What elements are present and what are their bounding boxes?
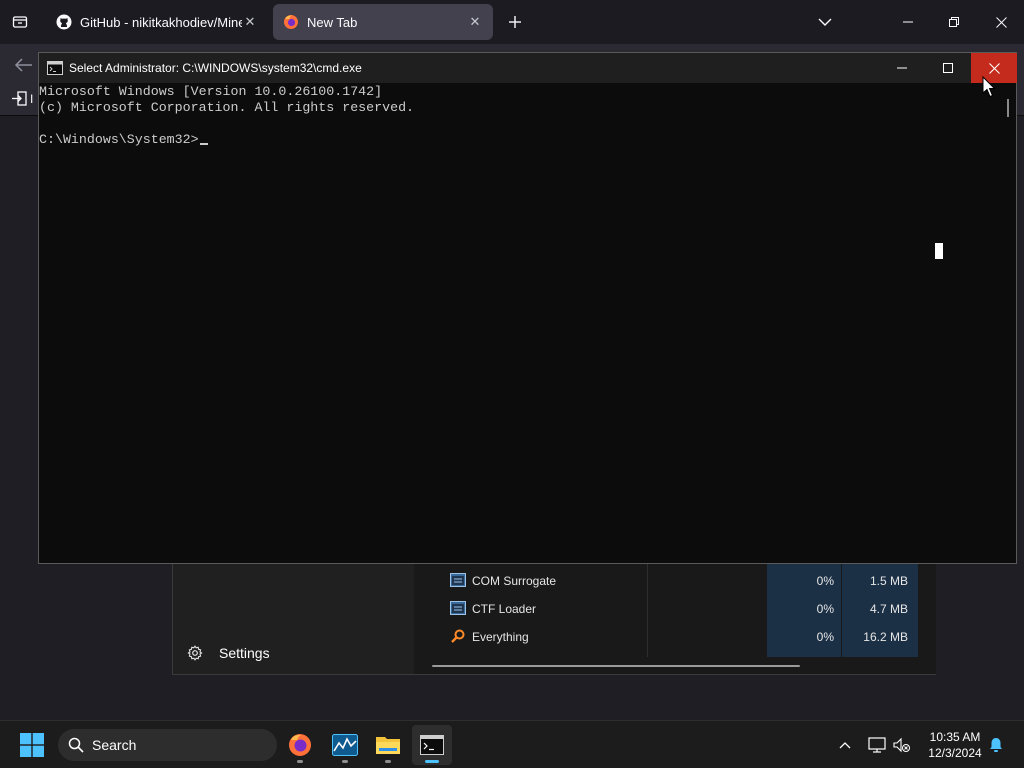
process-list: COM Surrogate 0% 1.5 MB CTF Loader 0% 4.… bbox=[414, 561, 936, 674]
text-cursor bbox=[199, 143, 208, 145]
process-row[interactable]: Everything 0% 16.2 MB bbox=[414, 623, 936, 651]
running-indicator bbox=[342, 760, 348, 763]
volume-muted-icon bbox=[893, 737, 910, 753]
prompt-line: C:\Windows\System32> bbox=[39, 132, 999, 148]
import-bookmarks-label[interactable]: I bbox=[30, 92, 33, 106]
process-name: Everything bbox=[472, 630, 529, 644]
bell-icon bbox=[990, 738, 1002, 752]
running-indicator bbox=[297, 760, 303, 763]
cmd-console-output[interactable]: Microsoft Windows [Version 10.0.26100.17… bbox=[39, 83, 999, 563]
search-label: Search bbox=[92, 737, 137, 753]
network-button[interactable] bbox=[866, 733, 888, 757]
cmd-app-icon bbox=[47, 61, 63, 75]
taskbar-clock[interactable]: 10:35 AM 12/3/2024 bbox=[920, 729, 990, 761]
process-cpu: 0% bbox=[816, 574, 834, 588]
console-line: (c) Microsoft Corporation. All rights re… bbox=[39, 100, 415, 115]
process-memory: 4.7 MB bbox=[869, 602, 908, 616]
process-cpu: 0% bbox=[816, 602, 834, 616]
firefox-view-button[interactable] bbox=[8, 10, 32, 34]
selection-cursor bbox=[935, 243, 943, 259]
chevron-up-icon bbox=[839, 742, 851, 749]
file-explorer-icon bbox=[376, 737, 400, 754]
minimize-icon bbox=[903, 21, 913, 23]
plus-icon bbox=[509, 16, 521, 28]
taskbar-app-task-manager[interactable] bbox=[325, 725, 365, 765]
process-cpu: 0% bbox=[816, 630, 834, 644]
process-name: CTF Loader bbox=[472, 602, 537, 616]
cmd-window: Select Administrator: C:\WINDOWS\system3… bbox=[38, 52, 1017, 564]
horizontal-scrollbar[interactable] bbox=[432, 665, 800, 667]
tab-new-tab[interactable]: New Tab ✕ bbox=[273, 4, 493, 40]
terminal-icon bbox=[420, 735, 444, 755]
app-window-icon bbox=[450, 573, 466, 587]
process-row[interactable]: CTF Loader 0% 4.7 MB bbox=[414, 595, 936, 623]
tab-title: GitHub - nikitkakhodiev/Minec bbox=[80, 14, 242, 30]
new-tab-button[interactable] bbox=[503, 10, 527, 34]
prompt-text: C:\Windows\System32> bbox=[39, 132, 199, 147]
process-memory: 16.2 MB bbox=[863, 630, 908, 644]
back-arrow-icon[interactable] bbox=[12, 54, 36, 76]
cmd-window-title: Select Administrator: C:\WINDOWS\system3… bbox=[69, 61, 362, 75]
close-tab-icon[interactable]: ✕ bbox=[242, 14, 258, 30]
windows-taskbar: Search 10:35 AM 12/3/2024 bbox=[0, 720, 1024, 768]
mouse-pointer-icon bbox=[982, 76, 996, 98]
firefox-icon bbox=[289, 734, 311, 756]
close-icon bbox=[988, 62, 1000, 74]
clock-time: 10:35 AM bbox=[929, 730, 981, 744]
task-manager-window: Settings COM Surrogate 0% 1.5 MB CTF Loa… bbox=[172, 560, 936, 675]
taskbar-app-file-explorer[interactable] bbox=[368, 725, 408, 765]
search-icon bbox=[68, 737, 84, 753]
process-row[interactable]: COM Surrogate 0% 1.5 MB bbox=[414, 567, 936, 595]
taskbar-search-box[interactable]: Search bbox=[58, 729, 277, 761]
console-line: Microsoft Windows [Version 10.0.26100.17… bbox=[39, 84, 383, 99]
volume-button[interactable] bbox=[891, 733, 913, 757]
firefox-icon bbox=[284, 15, 298, 29]
maximize-icon bbox=[943, 63, 953, 73]
cmd-maximize-button[interactable] bbox=[925, 53, 971, 83]
chevron-down-icon bbox=[818, 18, 832, 26]
gear-icon bbox=[187, 645, 203, 661]
task-manager-icon bbox=[332, 734, 358, 756]
windows-start-icon[interactable] bbox=[20, 733, 44, 757]
network-icon bbox=[868, 737, 886, 753]
process-memory: 1.5 MB bbox=[869, 574, 908, 588]
notifications-button[interactable] bbox=[986, 733, 1006, 757]
browser-close-button[interactable] bbox=[978, 0, 1024, 44]
import-bookmarks-icon[interactable] bbox=[10, 90, 30, 108]
running-indicator bbox=[385, 760, 391, 763]
task-manager-sidebar: Settings bbox=[173, 561, 413, 674]
firefox-view-icon bbox=[12, 16, 28, 28]
taskbar-app-firefox[interactable] bbox=[280, 725, 320, 765]
taskbar-app-terminal[interactable] bbox=[412, 725, 452, 765]
scrollbar-thumb[interactable] bbox=[1007, 99, 1009, 117]
settings-label: Settings bbox=[219, 645, 270, 661]
settings-nav-item[interactable]: Settings bbox=[187, 641, 397, 665]
cmd-vertical-scrollbar[interactable] bbox=[1000, 83, 1016, 563]
list-all-tabs-button[interactable] bbox=[813, 10, 837, 34]
process-name: COM Surrogate bbox=[472, 574, 557, 588]
search-magnifier-icon bbox=[451, 629, 465, 643]
clock-date: 12/3/2024 bbox=[928, 746, 982, 760]
running-indicator bbox=[425, 760, 439, 763]
close-tab-icon[interactable]: ✕ bbox=[467, 14, 483, 30]
cmd-minimize-button[interactable] bbox=[879, 53, 925, 83]
github-icon bbox=[56, 14, 72, 30]
app-window-icon bbox=[450, 601, 466, 615]
show-hidden-icons-button[interactable] bbox=[834, 733, 856, 757]
restore-icon bbox=[949, 17, 959, 27]
tab-title: New Tab bbox=[307, 14, 358, 30]
minimize-icon bbox=[897, 67, 907, 69]
browser-minimize-button[interactable] bbox=[885, 0, 931, 44]
cmd-title-bar[interactable]: Select Administrator: C:\WINDOWS\system3… bbox=[39, 53, 1017, 83]
close-icon bbox=[995, 16, 1007, 28]
browser-restore-button[interactable] bbox=[931, 0, 977, 44]
browser-tab-strip: GitHub - nikitkakhodiev/Minec ✕ New Tab … bbox=[0, 0, 1024, 44]
tab-github[interactable]: GitHub - nikitkakhodiev/Minec ✕ bbox=[46, 4, 268, 40]
